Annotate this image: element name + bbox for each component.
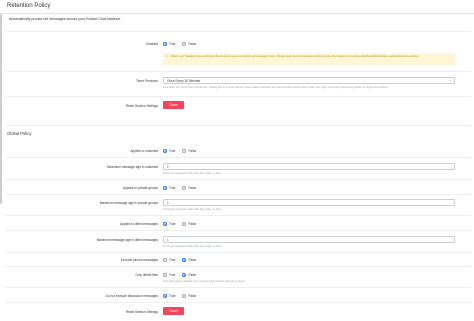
scrollbar[interactable] [0, 14, 2, 204]
applies-private-groups-true-radio[interactable]: True [163, 186, 175, 190]
radio-dot-icon [182, 273, 187, 277]
enabled-true-radio[interactable]: True [163, 42, 175, 46]
divider [5, 125, 471, 126]
page-title: Retention Policy [7, 3, 51, 9]
max-age-private-groups-input[interactable]: 1 [163, 199, 455, 206]
radio-dot-icon [182, 258, 187, 262]
only-delete-files-hint: Only files will be deleted, the messages… [163, 280, 246, 283]
admin-settings-page: Retention Policy Automatically prunes ol… [0, 0, 474, 321]
enabled-false-radio[interactable]: False [182, 42, 196, 46]
radio-dot-icon [182, 186, 187, 190]
max-age-direct-messages-hint: Prune all messages older than this value… [163, 245, 223, 248]
radio-dot-icon [182, 294, 187, 298]
do-not-exclude-discussion-label: Do not exclude discussion messages [105, 294, 158, 298]
max-age-channels-label: Maximum message age in channels [107, 165, 158, 169]
exclude-pinned-label: Exclude pinned messages [120, 258, 158, 262]
applies-private-groups-false-radio[interactable]: False [182, 186, 196, 190]
applies-channels-false-radio[interactable]: False [182, 149, 196, 153]
radio-dot-icon [163, 294, 167, 298]
radio-dot-icon [163, 42, 167, 46]
timer-precision-select[interactable]: Once Every 30 Minutes ▾ [163, 77, 455, 84]
radio-dot-icon [163, 222, 167, 226]
max-age-direct-messages-label: Maximum message age in direct messages [96, 238, 158, 242]
divider [5, 157, 471, 158]
divider [5, 215, 471, 216]
exclude-pinned-true-radio[interactable]: True [163, 258, 175, 262]
applies-channels-label: Applies to channels [130, 149, 158, 153]
exclude-pinned-false-radio[interactable]: False [182, 258, 196, 262]
reset-button[interactable]: Reset [163, 101, 184, 109]
divider [5, 266, 471, 267]
applies-direct-messages-false-radio[interactable]: False [182, 222, 196, 226]
applies-direct-messages-label: Applies to direct messages [119, 222, 158, 226]
warning-callout: ⚠ Watch out! Tweaking these settings wit… [163, 53, 455, 65]
page-header: Retention Policy [0, 0, 474, 14]
radio-dot-icon [163, 149, 167, 153]
radio-dot-icon [163, 273, 167, 277]
radio-dot-icon [182, 222, 187, 226]
radio-dot-icon [182, 42, 187, 46]
max-age-private-groups-hint: Prune all messages older than this value… [163, 208, 223, 211]
global-policy-title: Global Policy [7, 131, 32, 136]
divider [5, 252, 471, 253]
exclude-pinned-radio-group: True False [163, 257, 203, 263]
only-delete-files-label: Only delete files [135, 273, 158, 277]
divider [5, 71, 471, 72]
divider [5, 302, 471, 303]
divider [5, 194, 471, 195]
divider [5, 31, 471, 32]
global-reset-button[interactable]: Reset [163, 307, 184, 315]
max-age-channels-hint: Prune all messages older than this value… [163, 172, 223, 175]
chevron-down-icon: ▾ [449, 79, 451, 84]
do-not-exclude-discussion-false-radio[interactable]: False [182, 294, 196, 298]
applies-private-groups-label: Applies to private groups [122, 186, 158, 190]
divider [5, 230, 471, 231]
max-age-direct-messages-input[interactable]: 1 [163, 236, 455, 243]
max-age-channels-input[interactable]: 1 [163, 163, 455, 170]
only-delete-files-true-radio[interactable]: True [163, 273, 175, 277]
divider [5, 179, 471, 180]
applies-direct-messages-true-radio[interactable]: True [163, 222, 175, 226]
warning-icon: ⚠ [165, 54, 169, 58]
radio-dot-icon [163, 258, 167, 262]
only-delete-files-radio-group: True False [163, 272, 203, 278]
applies-private-groups-radio-group: True False [163, 185, 203, 191]
timer-precision-label: Timer Precision [135, 79, 158, 83]
radio-dot-icon [163, 186, 167, 190]
max-age-private-groups-label: Maximum message age in private groups [99, 201, 158, 205]
section-description: Automatically prunes old messages across… [9, 17, 122, 21]
applies-direct-messages-radio-group: True False [163, 221, 203, 227]
applies-channels-true-radio[interactable]: True [163, 149, 175, 153]
warning-text: Watch out! Tweaking these settings witho… [171, 54, 419, 58]
only-delete-files-false-radio[interactable]: False [182, 273, 196, 277]
global-reset-section-label: Reset Section Settings [125, 310, 158, 314]
reset-section-label: Reset Section Settings [125, 104, 158, 108]
do-not-exclude-discussion-radio-group: True False [163, 293, 203, 299]
timer-precision-hint: How often the prune timer should run. Se… [163, 86, 389, 89]
do-not-exclude-discussion-true-radio[interactable]: True [163, 294, 175, 298]
enabled-label: Enabled [146, 42, 158, 46]
applies-channels-radio-group: True False [163, 148, 203, 154]
divider [5, 96, 471, 97]
enabled-radio-group: True False [163, 41, 203, 47]
radio-dot-icon [182, 149, 187, 153]
divider [5, 287, 471, 288]
